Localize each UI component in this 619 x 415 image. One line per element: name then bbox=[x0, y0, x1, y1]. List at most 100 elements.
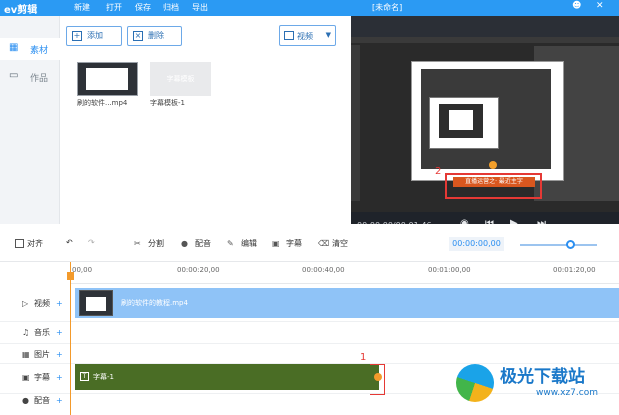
add-track-item-button[interactable]: + bbox=[56, 299, 63, 308]
menu-archive[interactable]: 归档 bbox=[163, 2, 179, 13]
preview-nested-center bbox=[449, 110, 473, 130]
title-bar: ev剪辑 新建 打开 保存 归档 导出 [未命名] ☻ ✕ bbox=[0, 0, 619, 16]
watermark: 极光下载站 www.xz7.com bbox=[456, 360, 616, 410]
app-logo: ev剪辑 bbox=[4, 5, 38, 16]
track-name: 视频 bbox=[34, 299, 50, 308]
voice-label: 配音 bbox=[195, 239, 211, 248]
menu-new[interactable]: 新建 bbox=[74, 2, 90, 13]
tick-label: 00,00 bbox=[72, 266, 93, 274]
clip-name: 字幕-1 bbox=[93, 373, 114, 381]
video-icon: ▷ bbox=[22, 299, 29, 308]
track-label-voice: ● 配音 + bbox=[22, 395, 63, 406]
watermark-url: www.xz7.com bbox=[536, 388, 598, 398]
track-label-music: ♫ 音乐 + bbox=[22, 327, 63, 338]
caption-rotate-handle[interactable] bbox=[489, 161, 497, 169]
track-name: 配音 bbox=[34, 396, 50, 405]
nav-item-works[interactable]: ▭ 作品 bbox=[0, 66, 60, 88]
preview-app-menubar bbox=[351, 37, 619, 43]
time-ruler[interactable]: 00,00 00:00:20,00 00:00:40,00 00:01:00,0… bbox=[70, 262, 619, 284]
nav-item-label: 作品 bbox=[30, 74, 49, 84]
timecode-input[interactable]: 00:00:00,00 bbox=[449, 237, 504, 251]
menu-export[interactable]: 导出 bbox=[192, 2, 208, 13]
annotation-arrow: 2 bbox=[435, 166, 442, 177]
media-item-subtitle-template[interactable]: 字幕模板 bbox=[150, 62, 211, 96]
preview-app-toolbar bbox=[351, 45, 360, 201]
close-icon[interactable]: ✕ bbox=[596, 1, 604, 11]
add-track-item-button[interactable]: + bbox=[56, 328, 63, 337]
music-icon: ♫ bbox=[22, 328, 30, 337]
snap-label: 对齐 bbox=[27, 239, 43, 248]
add-track-item-button[interactable]: + bbox=[56, 396, 63, 405]
tick-label: 00:01:20,00 bbox=[553, 266, 596, 274]
edit-label: 编辑 bbox=[241, 239, 257, 248]
text-icon: ▣ bbox=[272, 239, 280, 248]
document-title: [未命名] bbox=[372, 3, 403, 12]
add-track-item-button[interactable]: + bbox=[56, 350, 63, 359]
nav-item-material[interactable]: ▦ 素材 bbox=[0, 38, 60, 60]
add-label: 添加 bbox=[87, 31, 103, 40]
scissors-icon: ✂ bbox=[134, 239, 141, 248]
delete-label: 删除 bbox=[148, 31, 164, 40]
microphone-icon: ● bbox=[22, 396, 29, 405]
track-label-video: ▷ 视频 + bbox=[22, 298, 63, 309]
add-button[interactable]: + 添加 bbox=[66, 26, 122, 46]
media-caption: 字幕模板-1 bbox=[150, 99, 185, 107]
nav-item-label: 素材 bbox=[30, 46, 49, 56]
voice-button[interactable]: ● 配音 bbox=[181, 238, 211, 249]
media-item-video[interactable] bbox=[77, 62, 138, 96]
delete-button[interactable]: × 删除 bbox=[127, 26, 182, 46]
pencil-icon: ✎ bbox=[227, 239, 234, 248]
clip-name: 刷的软件的教程.mp4 bbox=[121, 299, 188, 307]
playhead[interactable] bbox=[70, 262, 71, 415]
annotation-number: 1 bbox=[360, 352, 367, 363]
subtitle-clip[interactable]: T 字幕-1 bbox=[75, 364, 379, 390]
subtitle-label: 字幕 bbox=[286, 239, 302, 248]
clip-thumbnail-inner bbox=[86, 297, 106, 311]
watermark-text: 极光下载站 bbox=[500, 367, 585, 387]
split-button[interactable]: ✂ 分割 bbox=[134, 238, 164, 249]
trash-icon: × bbox=[133, 31, 143, 41]
microphone-icon: ● bbox=[181, 239, 188, 248]
zoom-slider-knob[interactable] bbox=[566, 240, 575, 249]
text-icon: T bbox=[80, 372, 89, 381]
chevron-down-icon: ▼ bbox=[325, 31, 331, 39]
watermark-logo bbox=[456, 364, 494, 402]
track-name: 字幕 bbox=[34, 373, 50, 382]
tick-label: 00:01:00,00 bbox=[428, 266, 471, 274]
media-type-dropdown[interactable]: 视频 ▼ bbox=[279, 25, 336, 46]
subtitle-button[interactable]: ▣ 字幕 bbox=[272, 238, 302, 249]
timeline-toolbar: 对齐 ↶ ↷ ✂ 分割 ● 配音 ✎ 编辑 ▣ 字幕 ⌫ 清空 00:00:00,00 bbox=[0, 224, 619, 262]
media-library: + 添加 × 删除 视频 ▼ 刷的软件...mp4 字幕模板 字幕模板-1 bbox=[61, 16, 351, 224]
edit-button[interactable]: ✎ 编辑 bbox=[227, 238, 257, 249]
left-nav: ▦ 素材 ▭ 作品 bbox=[0, 16, 60, 224]
menu-save[interactable]: 保存 bbox=[135, 2, 151, 13]
text-icon: ▣ bbox=[22, 373, 30, 382]
video-icon bbox=[284, 31, 294, 40]
user-icon[interactable]: ☻ bbox=[572, 1, 581, 11]
snap-checkbox[interactable] bbox=[15, 239, 24, 248]
clip-thumbnail bbox=[79, 290, 113, 316]
video-clip[interactable]: 刷的软件的教程.mp4 bbox=[75, 288, 619, 318]
tick-label: 00:00:40,00 bbox=[302, 266, 345, 274]
tick-label: 00:00:20,00 bbox=[177, 266, 220, 274]
track-name: 音乐 bbox=[34, 328, 50, 337]
grid-icon: ▦ bbox=[9, 42, 19, 53]
playhead-handle[interactable] bbox=[67, 272, 74, 280]
dropdown-value: 视频 bbox=[297, 32, 313, 41]
thumbnail bbox=[86, 68, 128, 90]
preview-panel: 2 直播运营之· 最近主字 00:00:00/00:01:46 ◉ ⏮ ▶ ⏭ bbox=[351, 16, 619, 240]
redo-icon[interactable]: ↷ bbox=[88, 238, 95, 247]
zoom-slider-track[interactable] bbox=[520, 244, 597, 246]
split-label: 分割 bbox=[148, 239, 164, 248]
media-caption: 刷的软件...mp4 bbox=[77, 99, 128, 107]
clear-button[interactable]: ⌫ 清空 bbox=[318, 238, 348, 249]
caption-text[interactable]: 直播运营之· 最近主字 bbox=[453, 177, 535, 187]
track-row-music bbox=[0, 322, 619, 344]
annotation-box bbox=[370, 364, 385, 395]
track-name: 图片 bbox=[34, 350, 50, 359]
image-icon: ▦ bbox=[22, 350, 30, 359]
undo-icon[interactable]: ↶ bbox=[66, 238, 73, 247]
eraser-icon: ⌫ bbox=[318, 239, 330, 248]
add-track-item-button[interactable]: + bbox=[56, 373, 63, 382]
menu-open[interactable]: 打开 bbox=[106, 2, 122, 13]
